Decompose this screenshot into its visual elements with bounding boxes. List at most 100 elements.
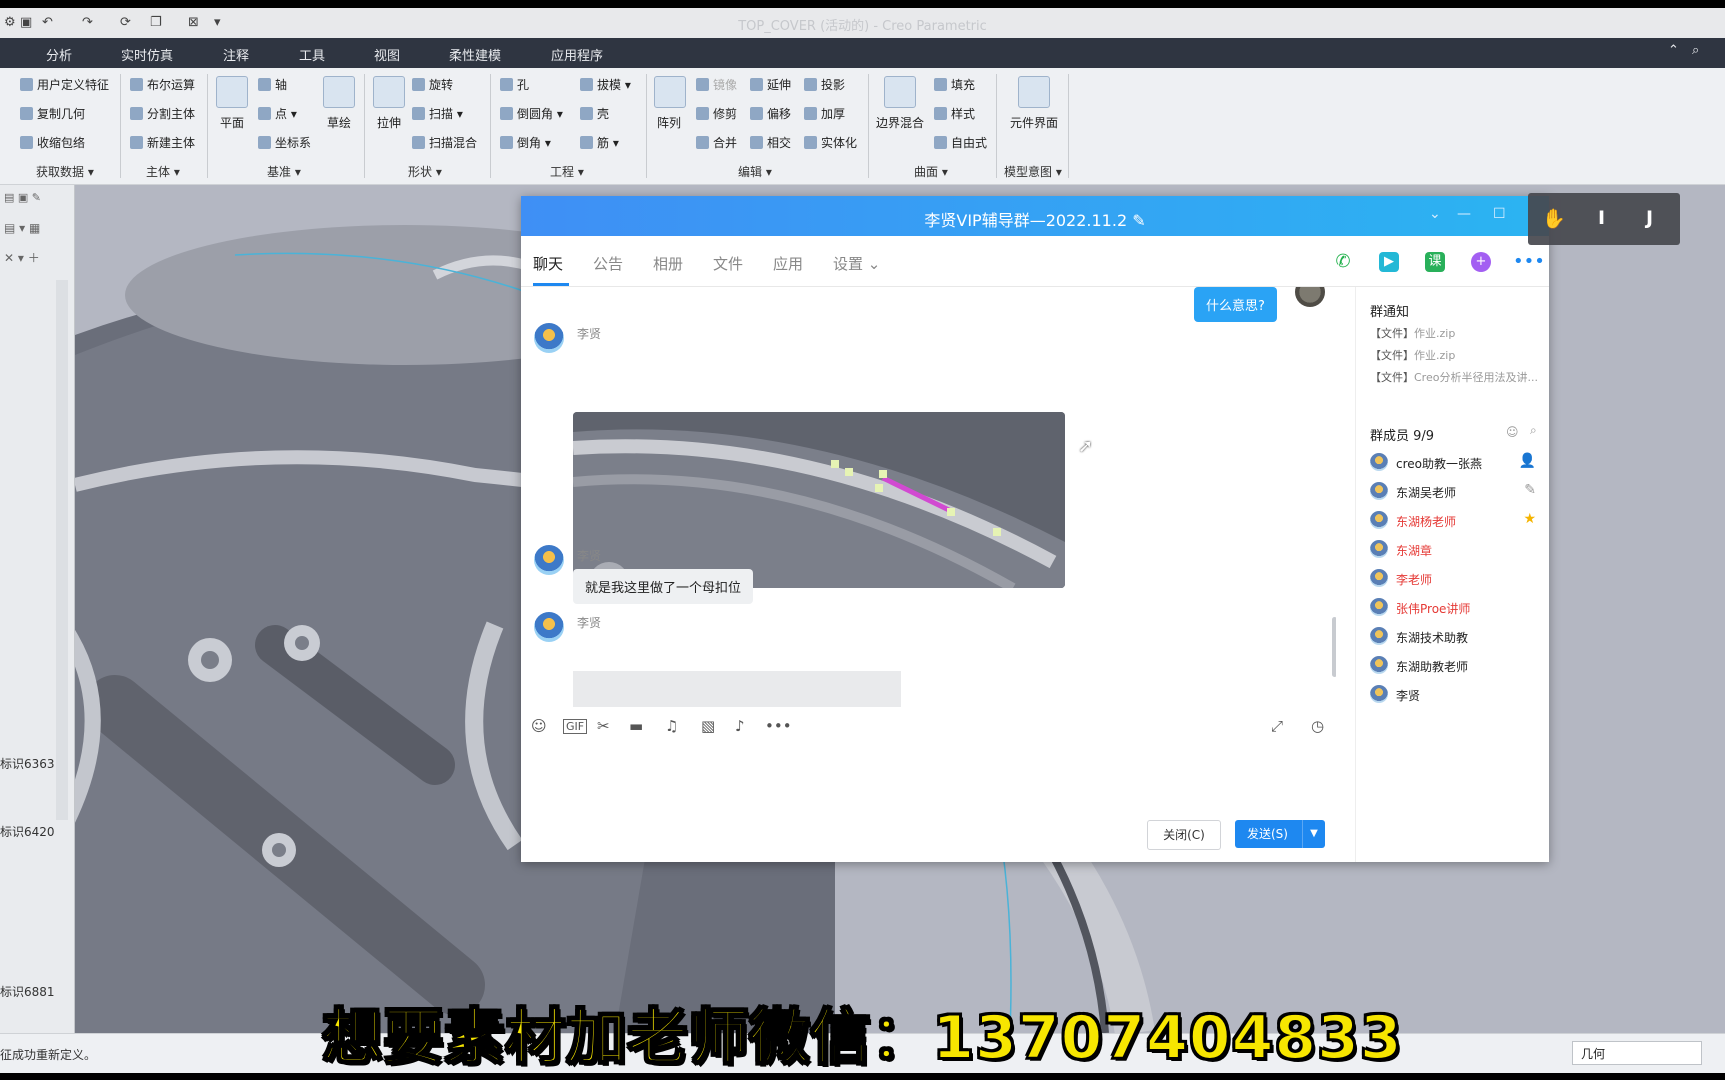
chevron-down-icon[interactable]: ▼ — [1302, 820, 1325, 848]
tab-annotate[interactable]: 注释 — [223, 45, 249, 64]
my-message-bubble[interactable]: 什么意思? — [1194, 287, 1277, 322]
coordinate-system-button[interactable]: 坐标系 — [258, 134, 311, 151]
member-avatar[interactable] — [1370, 598, 1388, 616]
float-tool-i[interactable]: I — [1598, 207, 1605, 229]
mirror-button[interactable]: 镜像 — [696, 76, 737, 93]
group-datum[interactable]: 基准 ▾ — [267, 163, 301, 180]
member-avatar[interactable] — [1370, 685, 1388, 703]
member-item[interactable]: 东湖技术助教 — [1370, 625, 1546, 649]
tree-scrollbar[interactable] — [56, 280, 68, 820]
intersect-button[interactable]: 相交 — [750, 134, 791, 151]
tab-applications[interactable]: 应用程序 — [551, 45, 603, 64]
more-icon[interactable]: ••• — [1513, 252, 1545, 272]
group-model-intent[interactable]: 模型意图 ▾ — [1004, 163, 1062, 180]
sketch-button[interactable]: 草绘 — [322, 76, 356, 131]
boundary-blend-button[interactable]: 边界混合 — [874, 76, 926, 131]
search-icon[interactable]: ⌕ — [1692, 43, 1699, 58]
draft-button[interactable]: 拔模 ▾ — [580, 76, 631, 93]
avatar[interactable] — [534, 612, 564, 642]
image-icon[interactable]: ▧ — [701, 717, 715, 735]
member-avatar[interactable] — [1370, 627, 1388, 645]
copy-geometry-button[interactable]: 复制几何 — [20, 105, 85, 122]
solidify-button[interactable]: 实体化 — [804, 134, 857, 151]
offset-button[interactable]: 偏移 — [750, 105, 791, 122]
tab-files[interactable]: 文件 — [713, 253, 743, 274]
member-avatar[interactable] — [1370, 540, 1388, 558]
chat-title-bar[interactable]: 李贤VIP辅导群—2022.11.2 ✎ ⌄ — ☐ — [521, 196, 1549, 236]
member-item[interactable]: 东湖章 — [1370, 538, 1546, 562]
bell-icon[interactable]: ♪ — [735, 717, 745, 735]
style-button[interactable]: 样式 — [934, 105, 975, 122]
point-button[interactable]: 点 ▾ — [258, 105, 297, 122]
gif-icon[interactable]: GIF — [563, 719, 588, 734]
project-button[interactable]: 投影 — [804, 76, 845, 93]
message-bubble[interactable]: 就是我这里做了一个母扣位 — [573, 569, 754, 604]
freestyle-button[interactable]: 自由式 — [934, 134, 987, 151]
tree-item[interactable]: 标识6881 — [0, 983, 55, 1000]
extrude-button[interactable]: 拉伸 — [372, 76, 406, 131]
axis-button[interactable]: 轴 — [258, 76, 287, 93]
group-body[interactable]: 主体 ▾ — [146, 163, 180, 180]
avatar[interactable] — [534, 323, 564, 353]
shell-button[interactable]: 壳 — [580, 105, 609, 122]
model-tree-tab-icon[interactable]: ▤ ▣ ✎ — [4, 191, 41, 204]
tab-chat[interactable]: 聊天 — [533, 253, 563, 274]
member-avatar[interactable] — [1370, 569, 1388, 587]
add-app-icon[interactable]: + — [1471, 252, 1491, 272]
folder-icon[interactable]: ▬ — [629, 717, 643, 735]
tab-settings[interactable]: 设置 ⌄ — [833, 253, 880, 274]
extend-button[interactable]: 延伸 — [750, 76, 791, 93]
trim-button[interactable]: 修剪 — [696, 105, 737, 122]
split-body-button[interactable]: 分割主体 — [130, 105, 195, 122]
add-member-icon[interactable]: ☺ — [1506, 425, 1519, 439]
tab-announcement[interactable]: 公告 — [593, 253, 623, 274]
sweep-button[interactable]: 扫描 ▾ — [412, 105, 463, 122]
more-tools-icon[interactable]: ••• — [765, 717, 792, 735]
tab-tools[interactable]: 工具 — [299, 45, 325, 64]
member-item[interactable]: 东湖杨老师 ★ — [1370, 509, 1546, 533]
expand-icon[interactable]: ⤢ — [1271, 717, 1283, 735]
merge-button[interactable]: 合并 — [696, 134, 737, 151]
group-engineering[interactable]: 工程 ▾ — [550, 163, 584, 180]
search-member-icon[interactable]: ⌕ — [1530, 423, 1537, 438]
tree-settings-icon[interactable]: ▤ ▾ ▦ — [4, 221, 40, 235]
video-call-icon[interactable]: ▶ — [1379, 252, 1399, 272]
tree-item[interactable]: 标识6363 — [0, 755, 55, 772]
tab-simulation[interactable]: 实时仿真 — [121, 45, 173, 64]
member-item[interactable]: 李贤 — [1370, 683, 1546, 707]
chat-image[interactable] — [573, 671, 901, 707]
rib-button[interactable]: 筋 ▾ — [580, 134, 619, 151]
tab-analysis[interactable]: 分析 — [46, 45, 72, 64]
avatar[interactable] — [534, 545, 564, 575]
tab-apps[interactable]: 应用 — [773, 253, 803, 274]
member-avatar[interactable] — [1370, 482, 1388, 500]
pattern-button[interactable]: 阵列 — [654, 76, 686, 131]
notice-item[interactable]: 【文件】Creo分析半径用法及讲... — [1370, 369, 1538, 385]
member-item[interactable]: 张伟Proe讲师 — [1370, 596, 1546, 620]
member-avatar[interactable] — [1370, 511, 1388, 529]
group-shapes[interactable]: 形状 ▾ — [408, 163, 442, 180]
tab-view[interactable]: 视图 — [374, 45, 400, 64]
member-item[interactable]: creo助教一张燕 👤 — [1370, 451, 1546, 475]
float-tool-j[interactable]: J — [1646, 207, 1653, 229]
shrinkwrap-button[interactable]: 收缩包络 — [20, 134, 85, 151]
user-defined-feature-button[interactable]: 用户定义特征 — [20, 76, 109, 93]
group-surfaces[interactable]: 曲面 ▾ — [914, 163, 948, 180]
round-button[interactable]: 倒圆角 ▾ — [500, 105, 563, 122]
new-body-button[interactable]: 新建主体 — [130, 134, 195, 151]
phone-icon[interactable]: ✆ — [1333, 252, 1353, 272]
notice-item[interactable]: 【文件】作业.zip — [1370, 347, 1455, 363]
tree-item[interactable]: 标识6420 — [0, 823, 55, 840]
screenshot-icon[interactable]: ✂ — [597, 717, 610, 735]
edit-title-icon[interactable]: ✎ — [1132, 211, 1145, 230]
plane-button[interactable]: 平面 — [215, 76, 249, 131]
classroom-icon[interactable]: 课 — [1425, 252, 1445, 272]
member-item[interactable]: 李老师 — [1370, 567, 1546, 591]
revolve-button[interactable]: 旋转 — [412, 76, 453, 93]
thicken-button[interactable]: 加厚 — [804, 105, 845, 122]
history-icon[interactable]: ◷ — [1311, 717, 1324, 735]
maximize-icon[interactable]: ☐ — [1493, 206, 1506, 222]
hole-button[interactable]: 孔 — [500, 76, 529, 93]
chevron-down-icon[interactable]: ⌄ — [1429, 206, 1441, 222]
emoji-icon[interactable]: ☺ — [531, 717, 547, 735]
